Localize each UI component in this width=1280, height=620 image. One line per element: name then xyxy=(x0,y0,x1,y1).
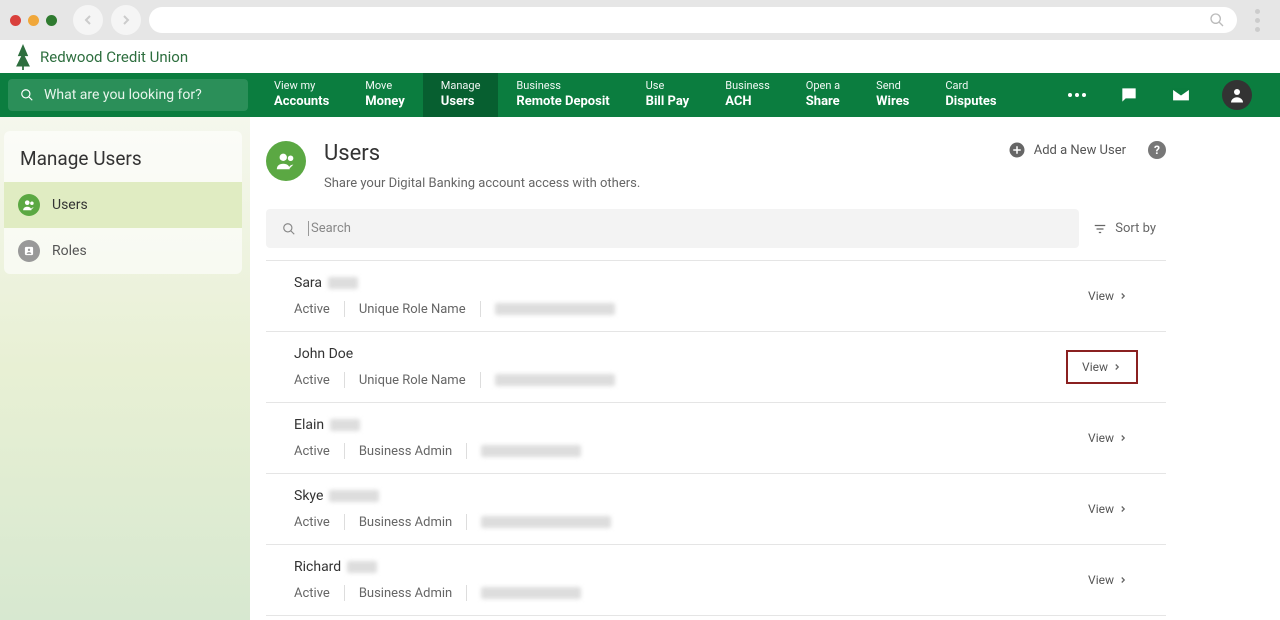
user-status: Active xyxy=(294,586,330,601)
sidebar-item-label: Roles xyxy=(52,243,87,259)
page-icon xyxy=(266,141,306,181)
chevron-right-icon xyxy=(1118,433,1128,443)
user-status: Active xyxy=(294,373,330,388)
redacted-text xyxy=(328,277,358,289)
sort-label: Sort by xyxy=(1115,221,1156,236)
user-name: Elain xyxy=(294,417,324,433)
browser-chrome xyxy=(0,0,1280,40)
profile-avatar[interactable] xyxy=(1222,80,1252,110)
user-role: Business Admin xyxy=(359,515,452,530)
user-name: Sara xyxy=(294,275,322,291)
user-status: Active xyxy=(294,444,330,459)
redacted-text xyxy=(495,303,615,315)
redacted-text xyxy=(329,490,379,502)
forward-button[interactable] xyxy=(111,5,141,35)
brand-logo[interactable]: Redwood Credit Union xyxy=(14,44,188,70)
user-role: Unique Role Name xyxy=(359,302,466,317)
nav-items: View myAccounts MoveMoney ManageUsers Bu… xyxy=(256,73,1015,117)
brand-bar: Redwood Credit Union xyxy=(0,40,1280,73)
minimize-window-icon[interactable] xyxy=(28,15,39,26)
view-button[interactable]: View xyxy=(1078,567,1138,593)
chevron-right-icon xyxy=(1112,362,1122,372)
view-button[interactable]: View xyxy=(1066,350,1138,384)
search-placeholder: What are you looking for? xyxy=(44,87,202,103)
url-bar[interactable] xyxy=(149,7,1237,33)
mail-icon[interactable] xyxy=(1170,84,1192,106)
user-name: John Doe xyxy=(294,346,353,362)
back-button[interactable] xyxy=(73,5,103,35)
nav-bill-pay[interactable]: UseBill Pay xyxy=(628,73,708,117)
sidebar: Manage Users Users Roles xyxy=(0,117,250,620)
sort-button[interactable]: Sort by xyxy=(1093,221,1166,236)
users-icon xyxy=(18,194,40,216)
nav-accounts[interactable]: View myAccounts xyxy=(256,73,347,117)
sidebar-item-users[interactable]: Users xyxy=(4,182,242,228)
user-role: Business Admin xyxy=(359,444,452,459)
view-button[interactable]: View xyxy=(1078,283,1138,309)
user-row: Elain Active Business Admin View xyxy=(266,402,1166,473)
nav-remote-deposit[interactable]: BusinessRemote Deposit xyxy=(498,73,627,117)
search-icon xyxy=(1209,12,1225,28)
view-button[interactable]: View xyxy=(1078,425,1138,451)
user-row: Skye Active Business Admin View xyxy=(266,473,1166,544)
sidebar-item-label: Users xyxy=(52,197,88,213)
help-icon[interactable]: ? xyxy=(1148,141,1166,159)
user-role: Business Admin xyxy=(359,586,452,601)
nav-money[interactable]: MoveMoney xyxy=(347,73,423,117)
nav-icons xyxy=(1066,73,1280,117)
search-placeholder: Search xyxy=(308,221,351,236)
main-content: Users Share your Digital Banking account… xyxy=(250,117,1280,620)
page-title: Users xyxy=(324,141,640,166)
nav-users[interactable]: ManageUsers xyxy=(423,73,499,117)
redacted-text xyxy=(481,587,581,599)
sidebar-item-roles[interactable]: Roles xyxy=(4,228,242,274)
more-icon[interactable] xyxy=(1066,84,1088,106)
add-user-button[interactable]: Add a New User xyxy=(1008,141,1126,159)
user-status: Active xyxy=(294,515,330,530)
redacted-text xyxy=(495,374,615,386)
redacted-text xyxy=(330,419,360,431)
user-row: Sara Active Unique Role Name View xyxy=(266,260,1166,331)
filter-icon xyxy=(1093,222,1107,236)
nav-search-input[interactable]: What are you looking for? xyxy=(8,79,248,111)
nav-ach[interactable]: BusinessACH xyxy=(707,73,788,117)
tree-icon xyxy=(14,44,32,70)
browser-menu-icon[interactable] xyxy=(1245,9,1270,32)
redacted-text xyxy=(481,516,611,528)
search-icon xyxy=(20,88,34,102)
user-name: Skye xyxy=(294,488,323,504)
add-user-label: Add a New User xyxy=(1034,143,1126,158)
nav-wires[interactable]: SendWires xyxy=(858,73,927,117)
chat-icon[interactable] xyxy=(1118,84,1140,106)
page-subtitle: Share your Digital Banking account acces… xyxy=(324,176,640,191)
redacted-text xyxy=(481,445,581,457)
user-list: Sara Active Unique Role Name View xyxy=(266,260,1166,616)
brand-name: Redwood Credit Union xyxy=(40,48,188,66)
user-row: Richard Active Business Admin View xyxy=(266,544,1166,616)
chevron-right-icon xyxy=(1118,575,1128,585)
close-window-icon[interactable] xyxy=(10,15,21,26)
user-name: Richard xyxy=(294,559,341,575)
user-role: Unique Role Name xyxy=(359,373,466,388)
primary-nav: What are you looking for? View myAccount… xyxy=(0,73,1280,117)
chevron-right-icon xyxy=(1118,504,1128,514)
redacted-text xyxy=(347,561,377,573)
nav-disputes[interactable]: CardDisputes xyxy=(927,73,1014,117)
user-row: John Doe Active Unique Role Name View xyxy=(266,331,1166,402)
chevron-right-icon xyxy=(1118,291,1128,301)
user-status: Active xyxy=(294,302,330,317)
plus-circle-icon xyxy=(1008,141,1026,159)
roles-icon xyxy=(18,240,40,262)
view-button[interactable]: View xyxy=(1078,496,1138,522)
user-search-input[interactable]: Search xyxy=(266,209,1079,248)
nav-open-share[interactable]: Open aShare xyxy=(788,73,858,117)
sidebar-title: Manage Users xyxy=(4,131,242,182)
window-controls xyxy=(10,15,57,26)
search-icon xyxy=(282,222,296,236)
maximize-window-icon[interactable] xyxy=(46,15,57,26)
